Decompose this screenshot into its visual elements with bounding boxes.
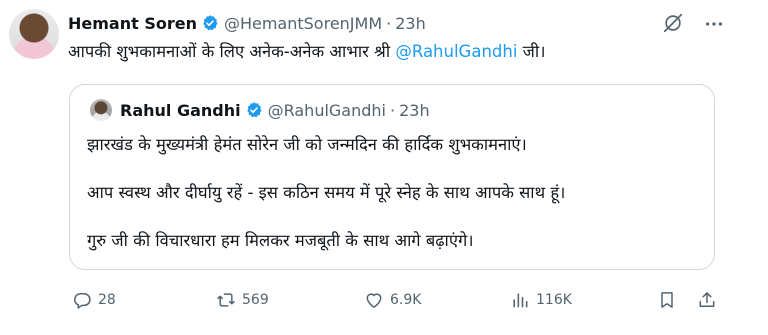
heart-icon (366, 293, 382, 308)
separator-dot: · (390, 100, 396, 120)
share-icon[interactable] (697, 290, 717, 310)
mention-link[interactable]: @RahulGandhi (395, 42, 517, 61)
reply-button[interactable]: 28 (72, 284, 116, 316)
repost-button[interactable]: 569 (216, 284, 269, 316)
separator-dot: · (386, 13, 392, 33)
author-avatar[interactable] (9, 9, 59, 59)
views-count: 116K (536, 292, 572, 308)
views-icon (513, 293, 528, 308)
quoted-tweet-line: गुरु जी की विचारधारा हम मिलकर मजबूती के … (87, 231, 474, 250)
repost-count: 569 (242, 292, 269, 308)
author-name[interactable]: Hemant Soren (68, 14, 197, 33)
quoted-author-handle: @RahulGandhi (267, 100, 386, 120)
verified-badge-icon (246, 102, 262, 118)
repost-icon (217, 293, 235, 307)
like-button[interactable]: 6.9K (364, 284, 421, 316)
quoted-tweet-line: झारखंड के मुख्यमंत्री हेमंत सोरेन जी को … (87, 135, 527, 154)
quoted-author-avatar (90, 99, 112, 121)
tweet-text: आपकी शुभकामनाओं के लिए अनेक-अनेक आभार श्… (68, 39, 545, 62)
reply-icon (74, 293, 91, 309)
quoted-tweet-line: आप स्वस्थ और दीर्घायु रहें - इस कठिन समय… (87, 183, 566, 202)
bookmark-icon[interactable] (657, 290, 677, 310)
tweet-timestamp[interactable]: 23h (395, 14, 426, 33)
reply-count: 28 (98, 292, 116, 308)
tweet-text-after: जी। (517, 42, 546, 61)
quoted-tweet-header: Rahul Gandhi @RahulGandhi · 23h (120, 98, 430, 122)
tweet-text-before: आपकी शुभकामनाओं के लिए अनेक-अनेक आभार श्… (68, 42, 396, 61)
quoted-author-name: Rahul Gandhi (120, 100, 241, 120)
verified-badge-icon (203, 15, 218, 31)
author-handle[interactable]: @HemantSorenJMM (224, 14, 382, 33)
like-count: 6.9K (390, 292, 422, 308)
tweet-header: Hemant Soren @HemantSorenJMM · 23h (68, 11, 426, 35)
more-options-icon[interactable] (703, 13, 725, 35)
quoted-tweet-timestamp: 23h (399, 100, 430, 120)
action-bar: 28 569 6.9K 116K (0, 284, 768, 316)
grok-icon[interactable] (662, 12, 684, 34)
views-button[interactable]: 116K (510, 284, 572, 316)
quoted-tweet[interactable]: Rahul Gandhi @RahulGandhi · 23h झारखंड क… (69, 84, 715, 270)
